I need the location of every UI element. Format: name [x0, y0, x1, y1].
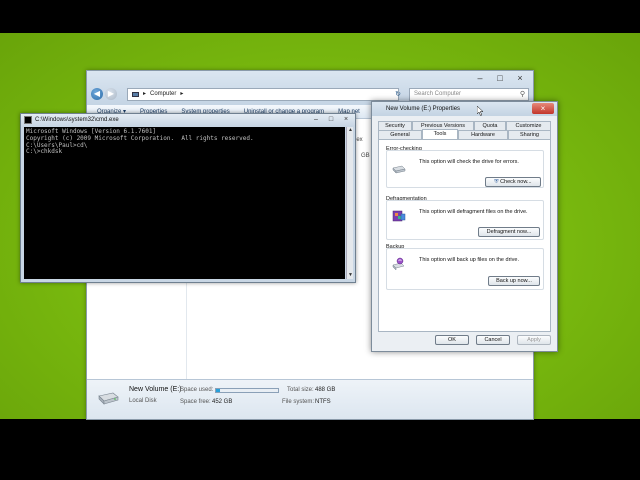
error-checking-group: This option will check the drive for err…	[386, 150, 544, 188]
minimize-icon[interactable]: –	[311, 115, 321, 124]
drive-name: New Volume (E:)	[129, 386, 182, 393]
properties-title-bar[interactable]: New Volume (E:) Properties ×	[372, 102, 557, 116]
search-box[interactable]: Search Computer ⚲	[409, 88, 529, 101]
backup-text: This option will back up files on the dr…	[419, 257, 519, 263]
ok-button[interactable]: OK	[435, 335, 469, 345]
hard-drive-icon	[392, 165, 406, 174]
breadcrumb-separator-icon: ▸	[180, 91, 184, 97]
maximize-icon[interactable]: □	[493, 73, 507, 83]
tab-sharing[interactable]: Sharing	[508, 130, 551, 139]
maximize-icon[interactable]: □	[326, 115, 336, 124]
computer-icon	[132, 92, 139, 97]
total-size-label: Total size:	[287, 387, 314, 393]
address-bar[interactable]: ▸ Computer ▸	[127, 88, 399, 101]
check-now-label: Check now...	[500, 179, 532, 185]
cancel-button[interactable]: Cancel	[476, 335, 510, 345]
navigation-buttons: ◀ ▶	[91, 87, 121, 101]
space-free-value: 452 GB	[212, 399, 233, 405]
back-arrow-icon[interactable]: ◀	[91, 88, 103, 100]
tab-general[interactable]: General	[378, 130, 422, 139]
defragment-icon	[392, 210, 406, 222]
space-used-fill	[216, 389, 220, 392]
drive-type: Local Disk	[129, 398, 157, 404]
cmd-console[interactable]: Microsoft Windows [Version 6.1.7601] Copy…	[24, 127, 345, 279]
total-size-value: 488 GB	[315, 387, 336, 393]
scroll-down-icon[interactable]: ▼	[347, 272, 354, 279]
tab-customize[interactable]: Customize	[506, 121, 551, 130]
properties-title: New Volume (E:) Properties	[386, 106, 461, 112]
backup-icon	[392, 257, 405, 271]
content-fragment: GB	[361, 153, 370, 159]
console-line: C:\>chkdsk	[26, 148, 63, 156]
details-pane: New Volume (E:) Local Disk Space used: S…	[87, 379, 533, 419]
cmd-window: C:\Windows\system32\cmd.exe – □ × Micros…	[20, 113, 356, 283]
forward-arrow-icon[interactable]: ▶	[105, 88, 117, 100]
tab-tools[interactable]: Tools	[422, 129, 458, 139]
cmd-icon	[24, 116, 32, 124]
cmd-title-bar[interactable]: C:\Windows\system32\cmd.exe – □ ×	[21, 114, 355, 126]
tab-quota[interactable]: Quota	[474, 121, 506, 130]
backup-group: This option will back up files on the dr…	[386, 248, 544, 290]
search-icon[interactable]: ⚲	[520, 89, 525, 100]
apply-button[interactable]: Apply	[517, 335, 551, 345]
refresh-icon[interactable]: ↻	[393, 88, 403, 101]
cmd-scrollbar[interactable]: ▲ ▼	[346, 127, 353, 279]
explorer-title-frame: – □ × ◀ ▶ ▸ Computer ▸ ↻ Search Computer…	[87, 71, 533, 105]
file-system-value: NTFS	[315, 399, 331, 405]
check-now-button[interactable]: ⛨ Check now...	[485, 177, 541, 187]
defragmentation-group: This option will defragment files on the…	[386, 200, 544, 240]
breadcrumb-separator-icon: ▸	[143, 91, 147, 97]
hard-drive-icon	[98, 392, 119, 405]
cmd-title: C:\Windows\system32\cmd.exe	[35, 117, 119, 123]
close-icon[interactable]: ×	[513, 73, 527, 83]
space-free-label: Space free:	[180, 399, 211, 405]
file-system-label: File system:	[282, 399, 315, 405]
explorer-caption-buttons: – □ ×	[473, 73, 527, 83]
search-placeholder: Search Computer	[414, 91, 462, 97]
close-icon[interactable]: ×	[532, 103, 554, 114]
properties-dialog: New Volume (E:) Properties × Security Pr…	[371, 101, 558, 352]
tab-hardware[interactable]: Hardware	[458, 130, 508, 139]
defragmentation-text: This option will defragment files on the…	[419, 209, 528, 215]
space-used-label: Space used:	[180, 387, 214, 393]
minimize-icon[interactable]: –	[473, 73, 487, 83]
defragment-now-button[interactable]: Defragment now...	[478, 227, 540, 237]
space-used-bar	[215, 388, 279, 393]
close-icon[interactable]: ×	[341, 115, 351, 124]
mouse-cursor-icon	[477, 106, 484, 116]
cmd-caption-buttons: – □ ×	[311, 115, 351, 124]
console-line: C:\Users\Paul>cd\	[26, 141, 88, 149]
tab-security[interactable]: Security	[378, 121, 412, 130]
scroll-up-icon[interactable]: ▲	[347, 127, 354, 134]
error-checking-text: This option will check the drive for err…	[419, 159, 519, 165]
back-up-now-button[interactable]: Back up now...	[488, 276, 540, 286]
tools-tab-panel: Error-checking This option will check th…	[378, 139, 551, 332]
address-text: Computer	[150, 91, 177, 97]
shield-icon: ⛨	[494, 179, 499, 185]
